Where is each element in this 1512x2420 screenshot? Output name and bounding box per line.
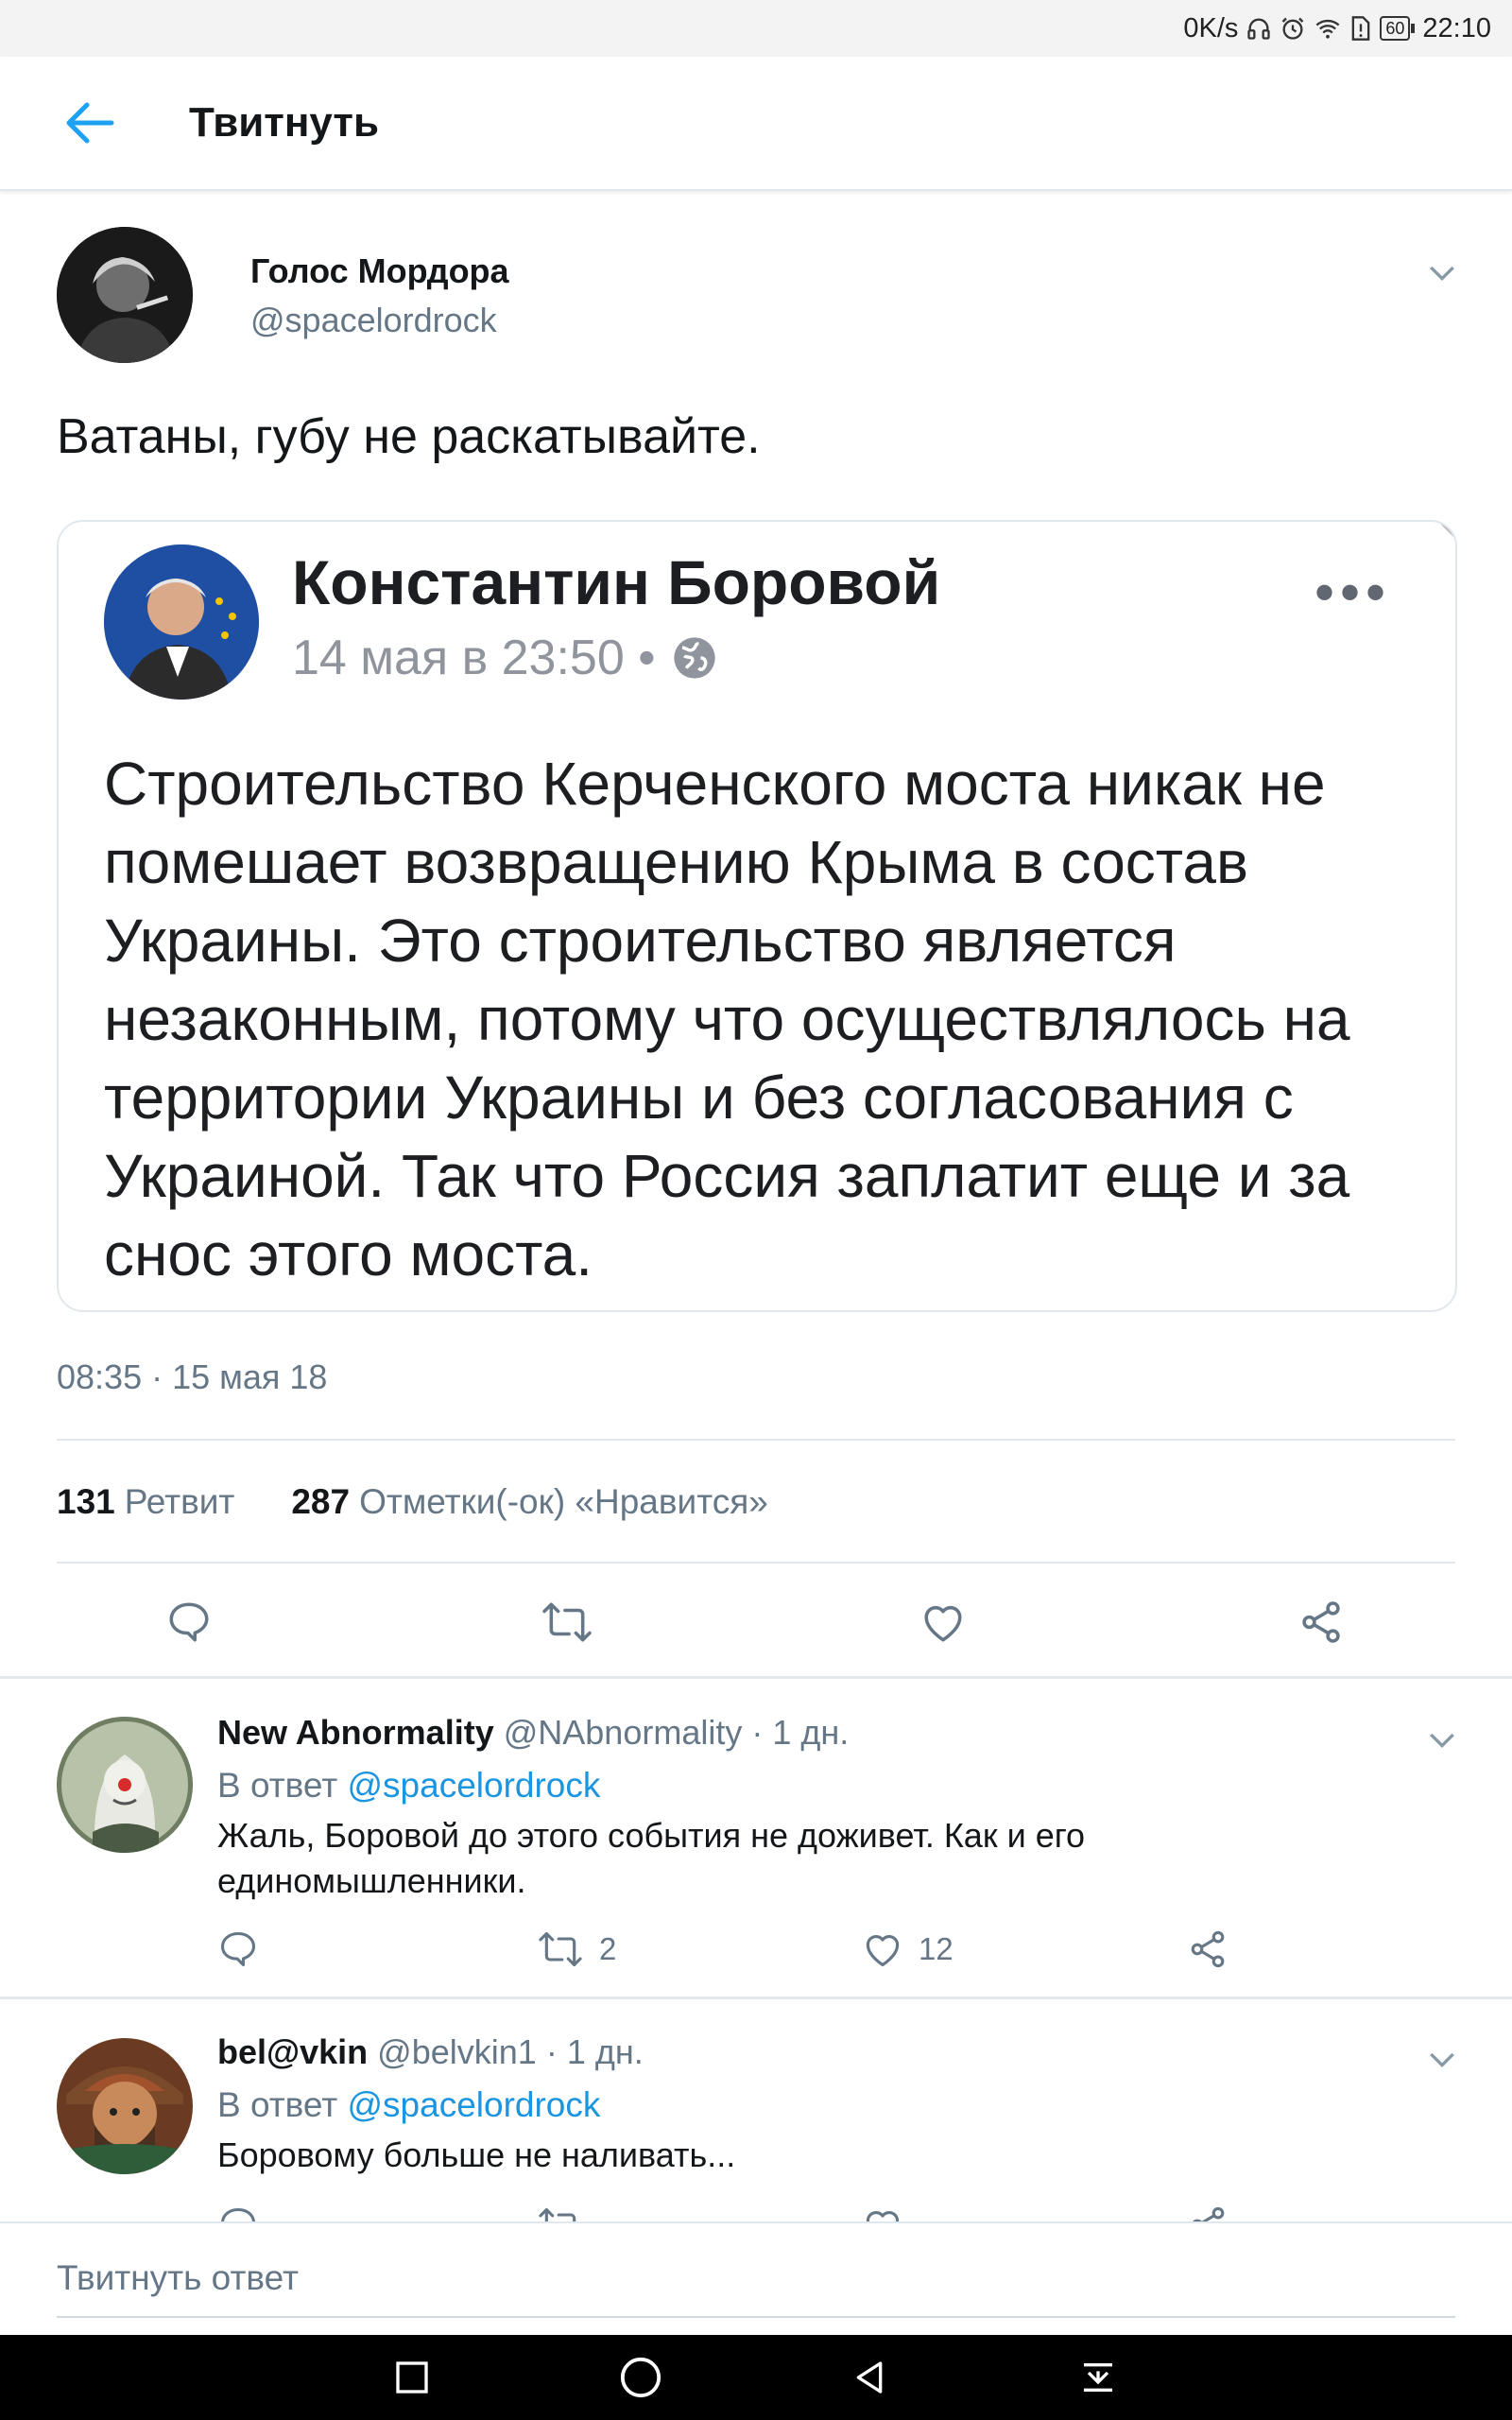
status-icons: 0K/s 60 22:10 — [1183, 11, 1491, 45]
retweet-button[interactable] — [539, 1594, 595, 1651]
pull-down-icon — [1084, 2363, 1112, 2392]
globe-icon — [674, 637, 716, 679]
quoted-post-meta: 14 мая в 23:50 • — [292, 630, 719, 686]
retweet-label: Ретвит — [124, 1482, 235, 1521]
reply-avatar[interactable] — [57, 2038, 193, 2174]
reply-time: · 1 дн. — [545, 2032, 644, 2071]
section-separator — [0, 1996, 1512, 1999]
reply-text: Жаль, Боровой до этого события не доживе… — [217, 1816, 1086, 1900]
home-button[interactable] — [612, 2349, 669, 2406]
share-button[interactable] — [1293, 1594, 1349, 1651]
alarm-icon — [1280, 15, 1306, 42]
reply-header: bel@vkin @belvkin1 · 1 дн. — [217, 2032, 644, 2072]
reply-text: Боровому больше не наливать... — [217, 2135, 736, 2174]
quoted-post-body: Строительство Керченского моста никак не… — [104, 750, 1350, 1288]
divider — [57, 1562, 1455, 1564]
heart-icon — [866, 1934, 900, 1967]
retweet-icon — [539, 1931, 582, 1967]
retweet-stat[interactable]: 131 Ретвит — [57, 1482, 234, 1522]
reply-to-prefix: В ответ — [217, 2085, 338, 2124]
tweet-actions — [0, 1594, 1512, 1651]
page-title: Твитнуть — [189, 99, 380, 146]
circle-icon — [620, 2357, 662, 2398]
network-speed: 0K/s — [1183, 12, 1239, 43]
reply-to-link[interactable]: @spacelordrock — [348, 2085, 601, 2124]
triangle-back-icon — [856, 2361, 883, 2394]
app-bar: Твитнуть — [0, 57, 1512, 191]
section-separator — [0, 1676, 1512, 1679]
reply-compose-input[interactable]: Твитнуть ответ — [57, 2250, 1455, 2318]
reply-button[interactable] — [161, 1594, 217, 1651]
compose-bar: Твитнуть ответ — [0, 2221, 1512, 2337]
recents-button[interactable] — [384, 2349, 440, 2406]
reply-to-line: В ответ @spacelordrock — [217, 2085, 600, 2125]
retweet-count: 131 — [57, 1482, 115, 1521]
reply-author-name[interactable]: New Abnormality — [217, 1713, 494, 1752]
reply-author-handle[interactable]: @belvkin1 — [377, 2032, 537, 2071]
tweet-stats: 131 Ретвит 287 Отметки(-ок) «Нравится» — [57, 1482, 768, 1522]
status-bar: 0K/s 60 22:10 — [0, 0, 1512, 57]
share-icon — [1302, 1601, 1340, 1643]
reply-author-handle[interactable]: @NAbnormality — [504, 1713, 743, 1752]
tweet-timestamp: 08:35 · 15 мая 18 — [57, 1357, 328, 1396]
author-handle[interactable]: @spacelordrock — [250, 301, 497, 340]
image-corner-fold — [1438, 522, 1455, 539]
reply-icon — [220, 1931, 256, 1967]
likes-count: 287 — [291, 1482, 351, 1521]
embedded-post-image[interactable]: Константин Боровой 14 мая в 23:50 • ••• … — [57, 520, 1457, 1312]
reply-to-link[interactable]: @spacelordrock — [348, 1766, 601, 1805]
square-icon — [396, 2361, 428, 2394]
reply-header: New Abnormality @NAbnormality · 1 дн. — [217, 1713, 849, 1753]
reply-icon — [169, 1602, 209, 1642]
back-arrow-icon — [66, 102, 114, 144]
reply-author-name[interactable]: bel@vkin — [217, 2032, 368, 2071]
reply-retweet-button[interactable]: 2 — [537, 1928, 616, 1970]
reply-time: · 1 дн. — [751, 1713, 850, 1752]
quoted-post-date: 14 мая в 23:50 • — [292, 631, 656, 685]
reply-avatar[interactable] — [57, 1717, 193, 1853]
clock: 22:10 — [1422, 12, 1491, 43]
retweet-icon — [542, 1602, 592, 1642]
quoted-author-name: Константин Боровой — [292, 547, 941, 617]
wifi-icon — [1314, 15, 1342, 42]
tweet-menu-chevron-icon[interactable] — [1423, 253, 1461, 291]
more-options-icon: ••• — [1314, 561, 1391, 624]
tweet-text: Ватаны, губу не раскатывайте. — [57, 409, 761, 464]
like-button[interactable] — [915, 1594, 971, 1651]
author-avatar[interactable] — [57, 227, 193, 363]
reply-retweet-count: 2 — [599, 1931, 617, 1966]
divider — [57, 1439, 1455, 1441]
reply-to-line: В ответ @spacelordrock — [217, 1766, 600, 1806]
battery-level: 60 — [1380, 16, 1411, 41]
reply-menu-chevron-icon[interactable] — [1423, 2040, 1461, 2078]
notification-pull-button[interactable] — [1070, 2349, 1126, 2406]
author-name[interactable]: Голос Мордора — [250, 251, 509, 291]
back-nav-button[interactable] — [841, 2349, 898, 2406]
reply-menu-chevron-icon[interactable] — [1423, 1720, 1461, 1758]
reply-to-prefix: В ответ — [217, 1766, 338, 1805]
quoted-author-avatar — [104, 544, 259, 700]
likes-stat[interactable]: 287 Отметки(-ок) «Нравится» — [291, 1482, 767, 1522]
sim-alert-icon — [1349, 15, 1372, 42]
reply-like-button[interactable]: 12 — [862, 1928, 954, 1970]
likes-label: Отметки(-ок) «Нравится» — [359, 1482, 768, 1521]
reply-like-count: 12 — [919, 1931, 954, 1966]
headphones-icon — [1246, 15, 1272, 42]
back-button[interactable] — [57, 95, 123, 151]
heart-icon — [924, 1605, 962, 1642]
share-icon — [1191, 1930, 1225, 1968]
battery-icon: 60 — [1380, 16, 1416, 41]
reply-share-button[interactable] — [1187, 1928, 1228, 1970]
system-navigation-bar — [0, 2335, 1512, 2420]
reply-reply-button[interactable] — [217, 1928, 259, 1970]
